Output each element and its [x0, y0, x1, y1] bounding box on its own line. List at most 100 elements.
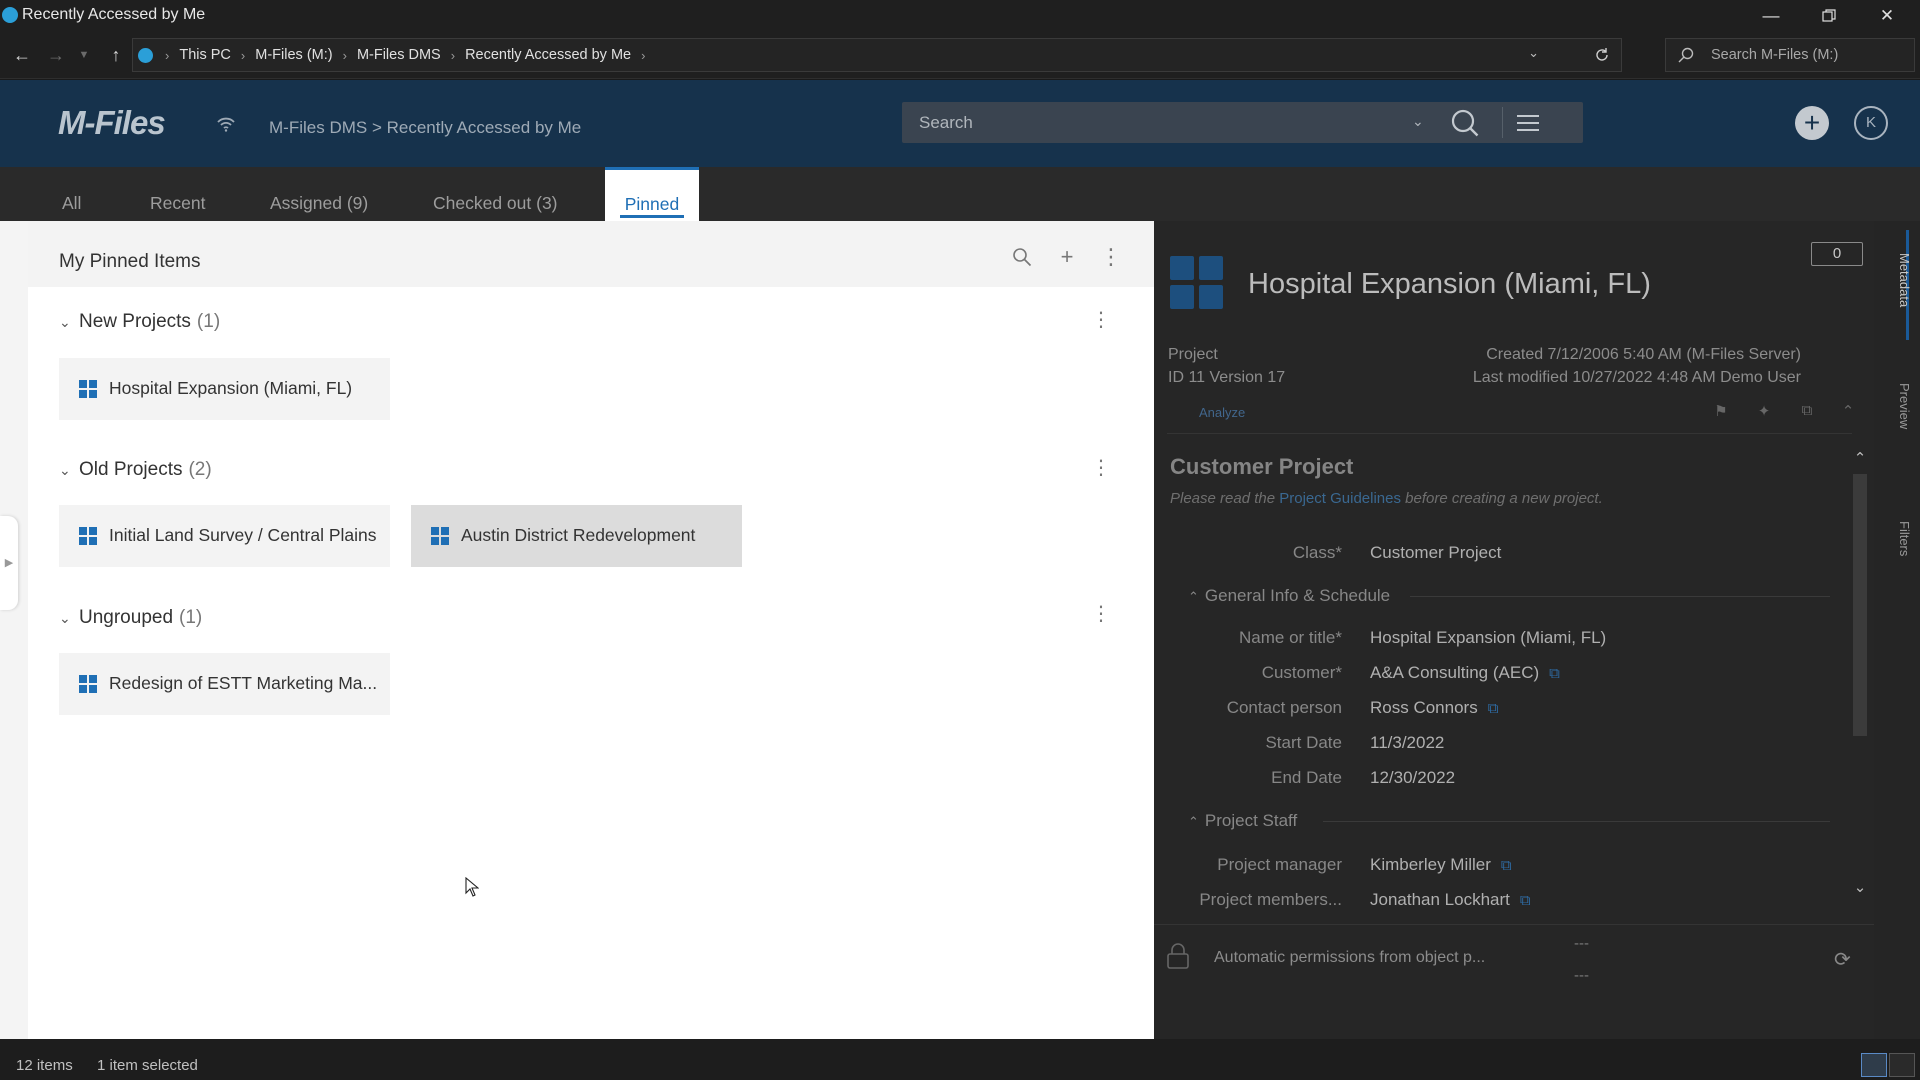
search-options-chevron-icon[interactable]: ⌄ — [1412, 113, 1424, 130]
metadata-pane: Hospital Expansion (Miami, FL) 0 Project… — [1154, 221, 1874, 1039]
tab-assigned[interactable]: Assigned (9) — [270, 193, 368, 214]
pinned-item-label: Hospital Expansion (Miami, FL) — [109, 378, 353, 398]
mfiles-search-input[interactable] — [919, 102, 1399, 143]
section-divider — [1410, 596, 1830, 597]
search-icon[interactable] — [1443, 107, 1487, 138]
open-link-icon[interactable]: ⧉ — [1488, 700, 1499, 717]
refresh-icon[interactable] — [1589, 42, 1615, 68]
pinned-item-initial-land-survey[interactable]: Initial Land Survey / Central Plains — [59, 505, 390, 567]
pin-icon[interactable]: ✦ — [1754, 402, 1774, 422]
group-new-projects[interactable]: ⌄ New Projects (1) — [59, 311, 220, 333]
back-arrow-icon[interactable]: ← — [9, 42, 35, 68]
close-icon[interactable]: ✕ — [1864, 0, 1910, 31]
refresh-permissions-icon[interactable]: ⟳ — [1834, 947, 1851, 972]
section-general-info[interactable]: ⌃ General Info & Schedule — [1188, 586, 1830, 606]
analyze-link[interactable]: Analyze — [1199, 405, 1245, 420]
pinned-item-austin-district[interactable]: Austin District Redevelopment — [411, 505, 742, 567]
project-icon — [79, 527, 97, 545]
address-path-box[interactable]: › This PC › M-Files (M:) › M-Files DMS ›… — [132, 38, 1622, 72]
copy-icon[interactable]: ⧉ — [1797, 402, 1817, 422]
pinned-title: My Pinned Items — [59, 251, 201, 272]
chevron-up-icon: ⌃ — [1188, 814, 1199, 829]
pinned-item-hospital-expansion[interactable]: Hospital Expansion (Miami, FL) — [59, 358, 390, 420]
property-project-members[interactable]: Project members... Jonathan Lockhart ⧉ — [1154, 886, 1844, 916]
add-group-plus-icon[interactable]: + — [1055, 244, 1079, 269]
scroll-up-icon[interactable]: ⌃ — [1852, 449, 1868, 467]
tab-all[interactable]: All — [62, 193, 81, 214]
filter-menu-icon[interactable] — [1506, 107, 1550, 138]
header-divider — [1167, 433, 1852, 434]
object-type: Project — [1168, 346, 1218, 363]
chevron-down-icon: ⌄ — [59, 314, 71, 330]
open-link-icon[interactable]: ⧉ — [1520, 892, 1531, 909]
property-start-date[interactable]: Start Date 11/3/2022 — [1154, 729, 1844, 759]
user-avatar[interactable]: K — [1854, 106, 1888, 140]
side-tab-preview[interactable]: Preview — [1882, 383, 1912, 429]
group-more-icon[interactable]: ⋮ — [1091, 308, 1111, 332]
mfiles-logo: M-Files — [58, 104, 166, 141]
property-customer[interactable]: Customer* A&A Consulting (AEC) ⧉ — [1154, 659, 1844, 689]
project-icon — [79, 675, 97, 693]
group-old-projects[interactable]: ⌄ Old Projects (2) — [59, 459, 212, 481]
mfiles-search-bar: ⌄ — [902, 102, 1583, 143]
crumb-mfiles-drive[interactable]: M-Files (M:) — [255, 47, 332, 63]
details-view-icon[interactable] — [1861, 1053, 1887, 1077]
group-name: New Projects — [79, 311, 191, 332]
property-name-or-title[interactable]: Name or title* Hospital Expansion (Miami… — [1154, 624, 1844, 654]
explorer-search-box[interactable] — [1665, 38, 1915, 72]
search-pinned-icon[interactable] — [1010, 245, 1034, 269]
property-value: Hospital Expansion (Miami, FL) — [1370, 628, 1607, 647]
side-tab-filters[interactable]: Filters — [1882, 521, 1912, 556]
property-project-manager[interactable]: Project manager Kimberley Miller ⧉ — [1154, 851, 1844, 881]
view-tabs: All Recent Assigned (9) Checked out (3) … — [0, 167, 1920, 221]
group-count: (2) — [188, 459, 212, 480]
group-ungrouped[interactable]: ⌄ Ungrouped (1) — [59, 607, 202, 629]
flag-icon[interactable]: ⚑ — [1711, 402, 1731, 422]
scroll-down-icon[interactable]: ⌄ — [1852, 878, 1868, 896]
created-info: Created 7/12/2006 5:40 AM (M-Files Serve… — [1486, 346, 1801, 363]
permissions-dash: --- — [1574, 935, 1589, 952]
section-project-staff[interactable]: ⌃ Project Staff — [1188, 811, 1830, 831]
section-divider — [1323, 821, 1830, 822]
minimize-icon[interactable]: — — [1748, 0, 1794, 31]
tab-recent[interactable]: Recent — [150, 193, 205, 214]
property-label: Customer* — [1261, 663, 1342, 682]
crumb-mfiles-dms[interactable]: M-Files DMS — [357, 47, 441, 63]
group-more-icon[interactable]: ⋮ — [1091, 456, 1111, 480]
chevron-up-icon[interactable]: ⌃ — [1838, 402, 1858, 422]
pinned-item-redesign-estt[interactable]: Redesign of ESTT Marketing Ma... — [59, 653, 390, 715]
restore-icon[interactable] — [1806, 0, 1852, 31]
up-arrow-icon[interactable]: ↑ — [103, 42, 129, 68]
side-tab-metadata[interactable]: Metadata — [1882, 253, 1912, 307]
group-count: (1) — [179, 607, 203, 628]
open-link-icon[interactable]: ⧉ — [1549, 665, 1560, 682]
explorer-breadcrumb: › This PC › M-Files (M:) › M-Files DMS ›… — [165, 47, 646, 63]
search-divider — [1502, 107, 1503, 138]
crumb-this-pc[interactable]: This PC — [179, 47, 231, 63]
tab-pinned-label: Pinned — [624, 194, 680, 214]
explorer-search-input[interactable] — [1711, 39, 1911, 71]
comments-count-badge[interactable]: 0 — [1811, 242, 1863, 266]
forward-arrow-icon[interactable]: → — [43, 42, 69, 68]
project-guidelines-link[interactable]: Project Guidelines — [1279, 490, 1401, 507]
create-new-plus-icon[interactable]: + — [1795, 106, 1829, 140]
tab-pinned[interactable]: Pinned — [605, 167, 699, 221]
path-history-chevron-icon[interactable]: ⌄ — [1528, 45, 1539, 61]
expand-navigation-handle[interactable]: ▶ — [0, 516, 18, 610]
group-more-icon[interactable]: ⋮ — [1091, 602, 1111, 626]
crumb-recently-accessed[interactable]: Recently Accessed by Me — [465, 47, 631, 63]
property-contact-person[interactable]: Contact person Ross Connors ⧉ — [1154, 694, 1844, 724]
object-id-version: ID 11 Version 17 — [1168, 369, 1286, 386]
property-end-date[interactable]: End Date 12/30/2022 — [1154, 764, 1844, 794]
scrollbar-thumb[interactable] — [1853, 474, 1867, 736]
vault-breadcrumb[interactable]: M-Files DMS > Recently Accessed by Me — [269, 118, 581, 138]
recent-locations-chevron-icon[interactable]: ▼ — [71, 42, 97, 68]
modified-info: Last modified 10/27/2022 4:48 AM Demo Us… — [1472, 369, 1801, 386]
large-icons-view-icon[interactable] — [1889, 1053, 1915, 1077]
permissions-row[interactable]: Automatic permissions from object p... -… — [1154, 924, 1874, 1039]
more-options-icon[interactable]: ⋮ — [1099, 244, 1123, 269]
property-class[interactable]: Class* Customer Project — [1154, 539, 1844, 569]
tab-checked-out[interactable]: Checked out (3) — [433, 193, 558, 214]
open-link-icon[interactable]: ⧉ — [1501, 857, 1512, 874]
property-label: Name or title* — [1239, 628, 1342, 647]
